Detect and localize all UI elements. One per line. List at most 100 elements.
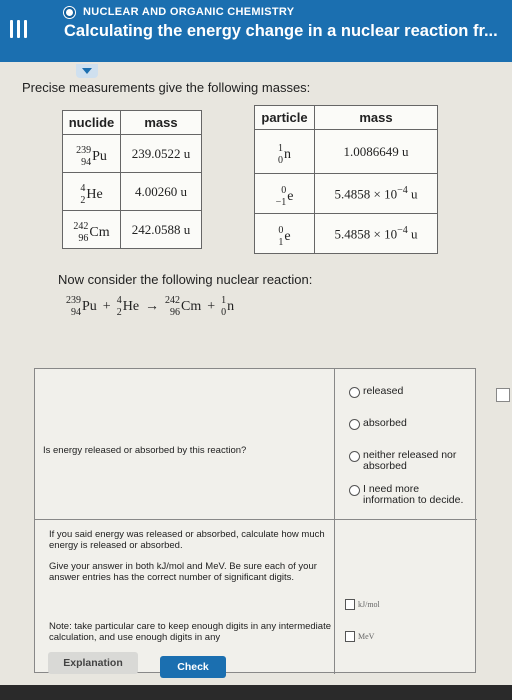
option-label: I need more information to decide.: [363, 483, 464, 506]
mass-column-header: mass: [314, 105, 438, 130]
radio-icon[interactable]: [349, 419, 360, 430]
question-energy-direction: Is energy released or absorbed by this r…: [43, 445, 247, 456]
particle-symbol: e: [284, 228, 291, 244]
radio-icon[interactable]: [349, 451, 360, 462]
mass-number: 1: [278, 142, 283, 154]
atomic-number: 94: [71, 307, 81, 318]
nuclide-cm242: 242 96 Cm: [73, 220, 110, 244]
divider: [35, 519, 477, 520]
topic-row: NUCLEAR AND ORGANIC CHEMISTRY: [64, 6, 294, 18]
nuclide-cell: 42 He: [62, 172, 121, 211]
particle-symbol: e: [287, 188, 294, 204]
reaction-intro-text: Now consider the following nuclear react…: [58, 272, 313, 287]
progress-circle-icon: [64, 6, 75, 18]
option-need-more-info[interactable]: I need more information to decide.: [349, 484, 473, 506]
product-cm242: 242 96 Cm: [165, 296, 201, 318]
page-title: Calculating the energy change in a nucle…: [64, 22, 498, 40]
mass-cell: 4.00260 u: [120, 172, 202, 211]
table-row: 42 He 4.00260 u: [62, 172, 202, 211]
nuclide-column-header: nuclide: [62, 110, 121, 135]
mass-number: 4: [116, 295, 122, 306]
particle-cell: 01 e: [254, 213, 315, 254]
plus-sign: +: [102, 299, 111, 314]
header-bar: NUCLEAR AND ORGANIC CHEMISTRY Calculatin…: [0, 0, 512, 62]
option-released[interactable]: released: [349, 386, 403, 398]
mass-value: 5.4858 × 10: [334, 226, 398, 242]
particle-symbol: n: [284, 146, 291, 162]
reactant-he4: 42 He: [117, 296, 139, 318]
mass-cell: 242.0588 u: [120, 210, 202, 249]
option-label: neither released nor absorbed: [363, 449, 457, 472]
plus-sign: +: [207, 299, 216, 314]
check-button[interactable]: Check: [160, 656, 226, 678]
mass-cell: 5.4858 × 10−4 u: [314, 173, 438, 214]
mass-exponent: −4: [397, 184, 408, 196]
note-digits: Note: take particular care to keep enoug…: [49, 621, 331, 643]
mev-input[interactable]: MeV: [345, 631, 374, 642]
mass-unit: u: [410, 186, 418, 202]
option-label: released: [363, 385, 404, 397]
reactant-pu239: 239 94 Pu: [66, 296, 97, 318]
table-row: 10 n 1.0086649 u: [254, 129, 438, 174]
answer-box[interactable]: [345, 599, 355, 610]
particle-column-header: particle: [254, 105, 315, 130]
table-row: 242 96 Cm 242.0588 u: [62, 210, 202, 249]
nuclear-reaction-equation: 239 94 Pu + 42 He → 242 96 Cm + 10 n: [66, 296, 234, 318]
unit-label: MeV: [358, 632, 375, 641]
particle-cell: 0 −1 e: [254, 173, 315, 214]
topic-label: NUCLEAR AND ORGANIC CHEMISTRY: [83, 6, 295, 18]
atomic-number: 96: [170, 307, 181, 318]
particle-symbol: n: [227, 299, 235, 314]
element-symbol: He: [122, 299, 140, 314]
mass-number: 0: [281, 184, 287, 196]
question-energy-amount: If you said energy was released or absor…: [49, 529, 325, 551]
nuclide-he4: 42 He: [80, 182, 103, 206]
element-symbol: Cm: [181, 299, 202, 314]
unit-label: kJ/mol: [358, 600, 380, 609]
atomic-number: 2: [116, 307, 122, 318]
kj-per-mol-input[interactable]: kJ/mol: [345, 599, 380, 610]
mass-number: 242: [165, 295, 181, 306]
divider: [334, 369, 335, 674]
table-row: 239 94 Pu 239.0522 u: [62, 134, 202, 173]
mass-column-header: mass: [120, 110, 202, 135]
mass-number: 4: [80, 182, 86, 194]
radio-icon[interactable]: [349, 387, 360, 398]
intro-text: Precise measurements give the following …: [22, 80, 311, 95]
element-symbol: He: [86, 186, 103, 202]
atomic-number: 96: [78, 232, 89, 244]
table-row: 0 −1 e 5.4858 × 10−4 u: [254, 173, 438, 214]
option-absorbed[interactable]: absorbed: [349, 418, 407, 430]
mass-cell: 239.0522 u: [120, 134, 202, 173]
element-symbol: Cm: [89, 224, 110, 240]
atomic-number: 94: [81, 156, 92, 168]
answer-box[interactable]: [345, 631, 355, 642]
element-symbol: Pu: [92, 148, 107, 164]
mass-cell: 1.0086649 u: [314, 129, 438, 174]
nuclide-cell: 242 96 Cm: [62, 210, 121, 249]
product-neutron: 10 n: [221, 296, 234, 318]
bottom-bar: [0, 685, 512, 700]
reaction-arrow: →: [145, 299, 160, 314]
menu-icon[interactable]: [10, 20, 28, 38]
collapse-toggle[interactable]: [76, 64, 98, 78]
option-neither[interactable]: neither released nor absorbed: [349, 450, 459, 472]
mass-number: 239: [76, 144, 92, 156]
nuclide-cell: 239 94 Pu: [62, 134, 121, 173]
side-tool-icon[interactable]: [496, 388, 510, 402]
caret-down-icon: [82, 68, 92, 74]
table-header-row: particle mass: [254, 105, 438, 130]
mass-number: 0: [278, 224, 284, 236]
mass-value: 5.4858 × 10: [334, 186, 398, 202]
particle-cell: 10 n: [254, 129, 315, 174]
particle-neutron: 10 n: [278, 142, 291, 166]
radio-icon[interactable]: [349, 485, 360, 496]
particle-mass-table: particle mass 10 n 1.0086649 u 0 −1 e 5.4…: [254, 105, 438, 254]
mass-number: 242: [73, 220, 89, 232]
atomic-number: 0: [221, 307, 227, 318]
nuclide-pu239: 239 94 Pu: [76, 144, 107, 168]
atomic-number: 2: [80, 194, 86, 206]
explanation-button[interactable]: Explanation: [48, 652, 138, 674]
mass-number: 1: [221, 295, 227, 306]
table-header-row: nuclide mass: [62, 110, 202, 135]
